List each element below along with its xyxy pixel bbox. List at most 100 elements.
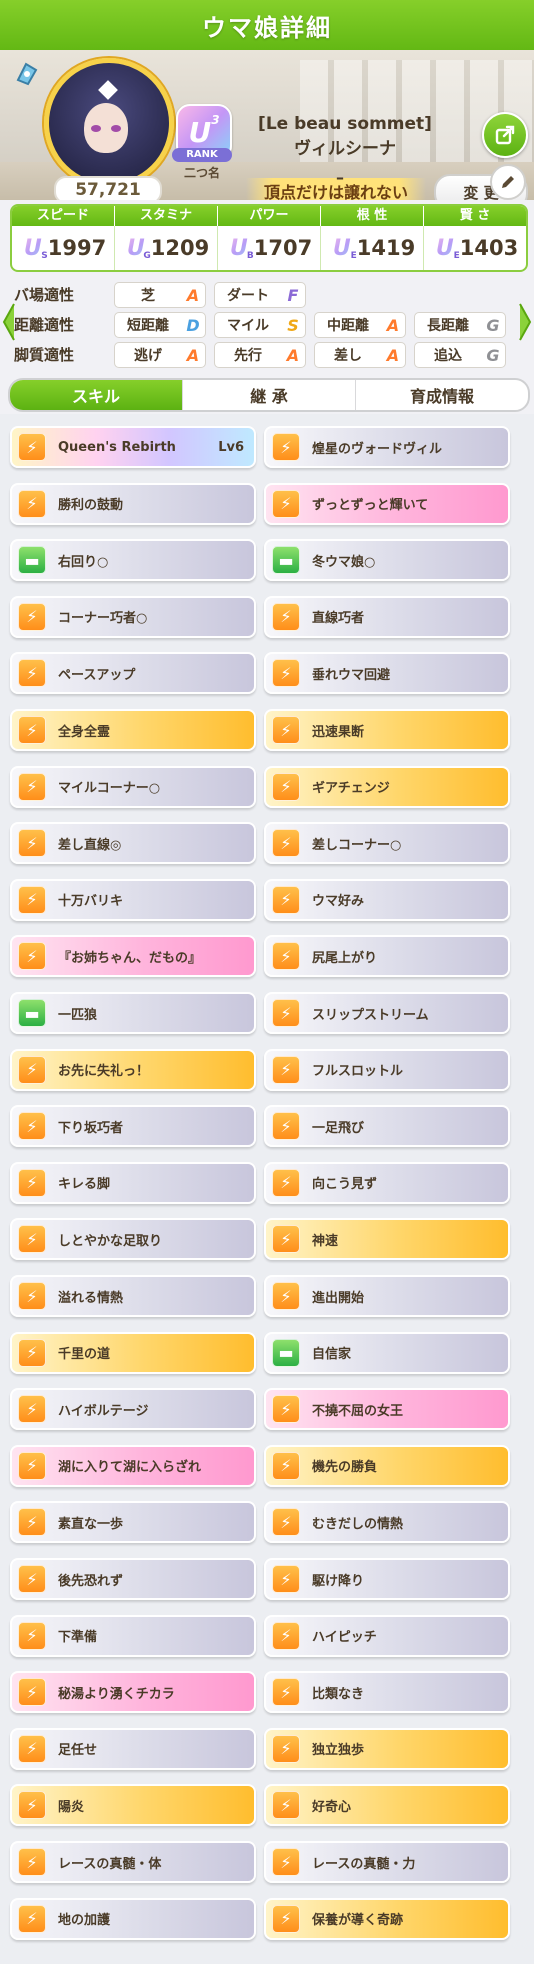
skill-item[interactable]: ⚡ ずっとずっと輝いて [264, 482, 510, 525]
skill-name: 素直な一歩 [58, 1516, 124, 1532]
page-title: ウマ娘詳細 [202, 13, 332, 42]
skill-item[interactable]: ⚡ 千里の道 [10, 1331, 256, 1374]
skill-item[interactable]: ⚡ 煌星のヴォードヴィル [264, 426, 510, 468]
skill-icon: ⚡ [272, 885, 300, 914]
skill-name: 後先恐れず [58, 1573, 124, 1589]
stat-grade: US [20, 233, 47, 263]
skill-item[interactable]: ⚡ お先に失礼っ！ [10, 1048, 256, 1091]
skill-name: コーナー巧者○ [58, 611, 148, 627]
prev-arrow-icon[interactable] [2, 302, 16, 342]
skill-item[interactable]: ⚡ 素直な一歩 [10, 1501, 256, 1544]
skill-item[interactable]: ⚡ マイルコーナー○ [10, 765, 256, 808]
avatar-eye [91, 125, 101, 132]
skill-icon: ▬ [272, 1338, 300, 1367]
skill-item[interactable]: ⚡ 向こう見ず [264, 1161, 510, 1204]
stat-wisdom: UE 1403 [424, 226, 526, 270]
skill-item[interactable]: ⚡ 神速 [264, 1218, 510, 1261]
skill-name: 機先の勝負 [312, 1460, 378, 1476]
apt-cell: 先行 A [214, 342, 306, 368]
skill-item[interactable]: ⚡ 不撓不屈の女王 [264, 1388, 510, 1431]
tab-training-info[interactable]: 育成情報 [356, 380, 528, 410]
skill-item[interactable]: ⚡ ウマ好み [264, 878, 510, 921]
skill-icon: ⚡ [272, 1168, 300, 1197]
skill-name: 冬ウマ娘○ [312, 554, 376, 570]
skill-icon: ⚡ [272, 1055, 300, 1084]
skill-name: 湖に入りて湖に入らざれ [58, 1460, 202, 1476]
skill-name: ハイピッチ [312, 1630, 377, 1646]
skill-item[interactable]: ⚡ 十万バリキ [10, 878, 256, 921]
skill-icon: ⚡ [272, 829, 300, 858]
skill-item[interactable]: ⚡ しとやかな足取り [10, 1218, 256, 1261]
skill-item[interactable]: ⚡ 陽炎 [10, 1784, 256, 1827]
skill-item[interactable]: ⚡ ペースアップ [10, 652, 256, 695]
skill-item[interactable]: ⚡ 地の加護 [10, 1897, 256, 1940]
stat-header-stamina: スタミナ [115, 206, 218, 226]
skill-item[interactable]: ▬ 一匹狼 [10, 992, 256, 1034]
skill-item[interactable]: ⚡ 下準備 [10, 1614, 256, 1657]
skill-item[interactable]: ▬ 自信家 [264, 1331, 510, 1374]
skill-item[interactable]: ⚡ フルスロットル [264, 1048, 510, 1091]
skill-item[interactable]: ▬ 冬ウマ娘○ [264, 539, 510, 582]
skill-name: 煌星のヴォードヴィル [312, 441, 443, 457]
skill-item[interactable]: ⚡ 保養が導く奇跡 [264, 1897, 510, 1940]
skill-item[interactable]: ⚡ キレる脚 [10, 1161, 256, 1204]
skill-icon: ⚡ [18, 659, 46, 688]
skill-item[interactable]: ⚡ レースの真髄・力 [264, 1841, 510, 1883]
tab-skills[interactable]: スキル [10, 380, 183, 410]
skill-item[interactable]: ⚡ スリップストリーム [264, 992, 510, 1034]
stat-value: 1707 [253, 236, 313, 260]
skill-item[interactable]: ⚡ 全身全霊 [10, 709, 256, 751]
next-arrow-icon[interactable] [518, 302, 532, 342]
skill-item[interactable]: ⚡ 駆け降り [264, 1558, 510, 1600]
skill-item[interactable]: ⚡ レースの真髄・体 [10, 1841, 256, 1883]
skill-item[interactable]: ⚡ 秘湯より湧くチカラ [10, 1671, 256, 1714]
skill-item[interactable]: ⚡ 直線巧者 [264, 595, 510, 638]
skill-item[interactable]: ⚡ 『お姉ちゃん、だもの』 [10, 935, 256, 978]
skill-item[interactable]: ⚡ 一足飛び [264, 1105, 510, 1148]
horseshoe-icon[interactable] [12, 58, 42, 88]
skill-icon: ⚡ [272, 602, 300, 631]
skill-item[interactable]: ⚡ ハイピッチ [264, 1614, 510, 1657]
skill-icon: ⚡ [272, 1112, 300, 1141]
skill-icon: ⚡ [272, 1678, 300, 1707]
edit-button[interactable] [490, 164, 526, 200]
skill-item[interactable]: ⚡ 下り坂巧者 [10, 1105, 256, 1148]
skill-item[interactable]: ⚡ 比類なき [264, 1671, 510, 1714]
skill-name: ウマ好み [312, 894, 365, 910]
skill-item[interactable]: ⚡ ギアチェンジ [264, 765, 510, 808]
skill-icon: ⚡ [272, 1508, 300, 1537]
skill-name: 比類なき [312, 1686, 365, 1702]
skill-item[interactable]: ⚡ 独立独歩 [264, 1727, 510, 1770]
skill-item[interactable]: ⚡ 溢れる情熱 [10, 1275, 256, 1317]
skill-item[interactable]: ⚡ 迅速果断 [264, 709, 510, 751]
skill-item[interactable]: ⚡ 差しコーナー○ [264, 822, 510, 865]
apt-cell: 逃げ A [114, 342, 206, 368]
skill-name: 差し直線◎ [58, 837, 122, 853]
skill-icon: ⚡ [272, 1904, 300, 1933]
skill-item[interactable]: ⚡ むきだしの情熱 [264, 1501, 510, 1544]
skill-item[interactable]: ⚡ 後先恐れず [10, 1558, 256, 1600]
skill-item[interactable]: ⚡ ハイボルテージ [10, 1388, 256, 1431]
skill-item[interactable]: ⚡ 足任せ [10, 1727, 256, 1770]
tab-inheritance[interactable]: 継 承 [183, 380, 356, 410]
share-button[interactable] [482, 112, 528, 158]
skill-item[interactable]: ⚡ 差し直線◎ [10, 822, 256, 865]
skill-name: 一足飛び [312, 1120, 365, 1136]
rank-badge[interactable]: U3 RANK 二つ名 [172, 104, 232, 180]
skill-item[interactable]: ▬ 右回り○ [10, 539, 256, 582]
skill-item[interactable]: ⚡ 機先の勝負 [264, 1444, 510, 1487]
skill-item[interactable]: ⚡ 湖に入りて湖に入らざれ [10, 1444, 256, 1487]
skill-name: 全身全霊 [58, 724, 111, 740]
skill-item[interactable]: ⚡ 進出開始 [264, 1275, 510, 1317]
skill-item[interactable]: ⚡ 好奇心 [264, 1784, 510, 1827]
skill-name: 一匹狼 [58, 1007, 98, 1023]
skill-icon: ⚡ [272, 1621, 300, 1650]
skill-item[interactable]: ⚡ 尻尾上がり [264, 935, 510, 978]
skill-icon: ⚡ [18, 1055, 46, 1084]
skill-icon: ⚡ [272, 716, 300, 744]
skill-item[interactable]: ⚡ コーナー巧者○ [10, 595, 256, 638]
skill-item[interactable]: ⚡ 垂れウマ回避 [264, 652, 510, 695]
skill-item[interactable]: ⚡ 勝利の鼓動 [10, 482, 256, 525]
pencil-icon [502, 176, 514, 188]
skill-item[interactable]: ⚡ Queen's Rebirth Lv6 [10, 426, 256, 468]
